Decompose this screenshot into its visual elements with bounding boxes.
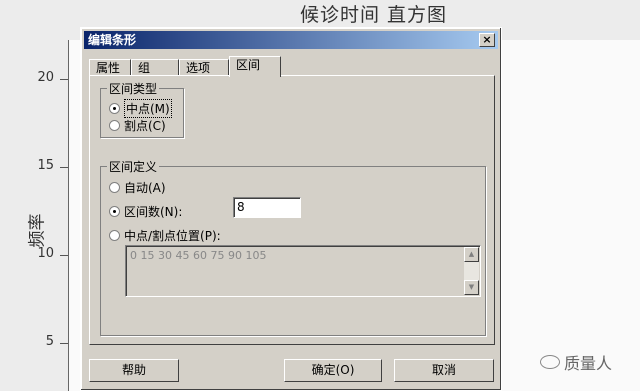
interval-type-label: 区间类型 xyxy=(107,80,160,97)
tab-properties[interactable]: 属性 xyxy=(89,59,131,76)
radio-button-icon[interactable] xyxy=(109,182,120,193)
tab-options[interactable]: 选项 xyxy=(179,59,229,76)
watermark-text: 质量人 xyxy=(564,354,613,373)
radio-label: 中点(M) xyxy=(124,99,172,118)
radio-label: 中点/割点位置(P): xyxy=(124,229,221,243)
interval-type-group: 区间类型 中点(M) 割点(C) xyxy=(100,80,184,138)
cancel-button[interactable]: 取消 xyxy=(394,359,494,382)
radio-number-of-intervals[interactable]: 区间数(N): xyxy=(109,203,182,220)
ytick-mark xyxy=(60,343,68,344)
tab-intervals[interactable]: 区间 xyxy=(229,56,281,77)
radio-label: 割点(C) xyxy=(124,119,166,133)
ytick-label: 15 xyxy=(37,158,54,173)
tab-panel-intervals: 区间类型 中点(M) 割点(C) 区间定义 自动(A) 区间数(N): 8 中点… xyxy=(89,75,495,345)
ytick-mark xyxy=(60,255,68,256)
radio-cutpoint[interactable]: 割点(C) xyxy=(109,117,166,134)
radio-label: 区间数(N): xyxy=(124,205,183,219)
ytick-label: 20 xyxy=(37,70,54,85)
radio-button-icon[interactable] xyxy=(109,120,120,131)
radio-button-icon[interactable] xyxy=(109,103,120,114)
positions-textarea[interactable]: 0 15 30 45 60 75 90 105 ▲ ▼ xyxy=(125,245,481,297)
help-button[interactable]: 帮助 xyxy=(89,359,179,382)
tab-groups[interactable]: 组 xyxy=(131,59,179,76)
ytick-mark xyxy=(60,79,68,80)
chat-bubble-icon xyxy=(540,355,560,369)
radio-midpoint[interactable]: 中点(M) xyxy=(109,99,172,118)
dialog-titlebar[interactable]: 编辑条形 × xyxy=(84,31,498,49)
ytick-label: 5 xyxy=(45,334,54,349)
radio-button-icon[interactable] xyxy=(109,230,120,241)
ytick-label: 10 xyxy=(37,246,54,261)
ytick-mark xyxy=(60,167,68,168)
scroll-down-icon[interactable]: ▼ xyxy=(464,280,479,295)
edit-bars-dialog: 编辑条形 × 属性 组 选项 区间 区间类型 中点(M) 割点(C) 区间定义 … xyxy=(80,27,502,391)
positions-text: 0 15 30 45 60 75 90 105 xyxy=(130,249,267,262)
interval-count-input[interactable]: 8 xyxy=(233,197,301,218)
close-icon[interactable]: × xyxy=(479,33,495,47)
radio-button-icon[interactable] xyxy=(109,206,120,217)
watermark: 质量人 xyxy=(540,350,612,374)
radio-automatic[interactable]: 自动(A) xyxy=(109,179,166,196)
interval-definition-label: 区间定义 xyxy=(107,158,160,175)
scrollbar[interactable]: ▲ ▼ xyxy=(464,247,479,295)
interval-definition-group: 区间定义 自动(A) 区间数(N): 8 中点/割点位置(P): 0 15 30… xyxy=(100,158,486,336)
scroll-up-icon[interactable]: ▲ xyxy=(464,247,479,262)
ok-button[interactable]: 确定(O) xyxy=(284,359,382,382)
y-axis-label: 频率 xyxy=(27,213,48,248)
chart-title: 候诊时间 直方图 xyxy=(300,4,448,26)
radio-positions[interactable]: 中点/割点位置(P): xyxy=(109,227,221,244)
radio-label: 自动(A) xyxy=(124,181,166,195)
dialog-title: 编辑条形 xyxy=(88,33,137,47)
